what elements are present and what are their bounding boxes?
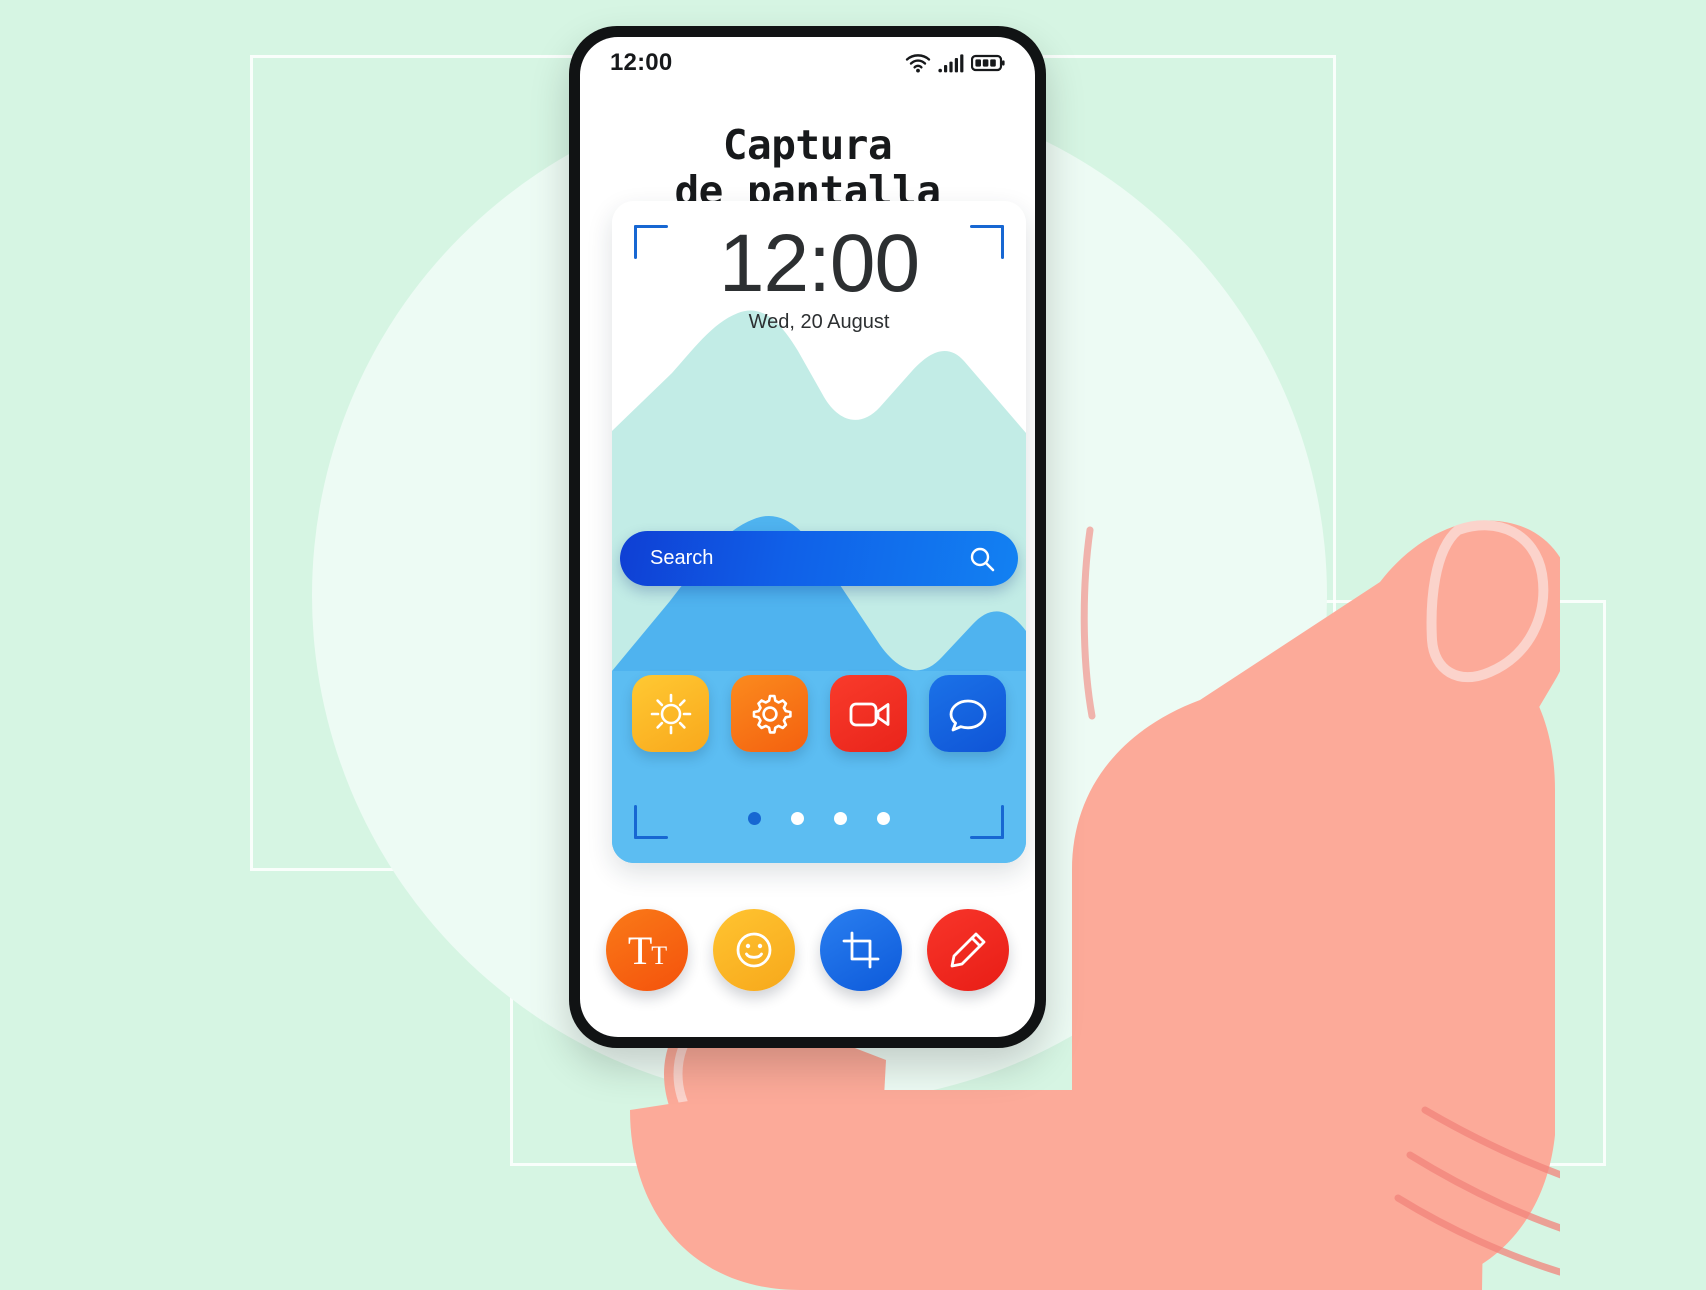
phone-device: 12:00 Captura de pantalla 12:00 Wed, 20 … xyxy=(569,26,1046,1048)
text-tool[interactable]: TT xyxy=(606,909,688,991)
search-icon[interactable] xyxy=(968,545,996,573)
page-title-line1: Captura xyxy=(722,121,893,169)
illustration-stage: 12:00 Captura de pantalla 12:00 Wed, 20 … xyxy=(0,0,1706,1290)
screenshot-preview-card[interactable]: 12:00 Wed, 20 August Search xyxy=(612,201,1026,863)
page-dot-2[interactable] xyxy=(791,812,804,825)
clock-widget: 12:00 Wed, 20 August xyxy=(612,201,1026,377)
pencil-icon xyxy=(950,932,986,968)
camera-app[interactable] xyxy=(830,675,907,752)
wifi-icon xyxy=(905,54,931,73)
status-bar-time: 12:00 xyxy=(610,49,673,76)
clock-date: Wed, 20 August xyxy=(748,310,890,333)
app-icon-row xyxy=(612,675,1026,752)
crop-bracket-top-right[interactable] xyxy=(970,225,1004,259)
battery-icon xyxy=(971,54,1005,72)
cellular-signal-icon xyxy=(938,54,964,73)
smiley-face-icon xyxy=(736,932,772,968)
gear-icon xyxy=(752,694,792,734)
sticker-tool[interactable] xyxy=(713,909,795,991)
page-dot-1[interactable] xyxy=(748,812,761,825)
page-indicator-dots xyxy=(612,812,1026,825)
phone-screen: 12:00 Captura de pantalla 12:00 Wed, 20 … xyxy=(580,37,1035,1037)
crop-icon xyxy=(842,931,880,969)
page-dot-4[interactable] xyxy=(877,812,890,825)
search-input[interactable]: Search xyxy=(650,547,713,570)
status-bar-icons xyxy=(905,53,1005,73)
clock-time: 12:00 xyxy=(718,218,920,309)
sun-icon xyxy=(650,693,691,734)
crop-tool[interactable] xyxy=(820,909,902,991)
text-format-icon: TT xyxy=(627,927,667,973)
messages-app[interactable] xyxy=(929,675,1006,752)
settings-app[interactable] xyxy=(731,675,808,752)
edit-toolbar: TT xyxy=(580,909,1035,991)
search-bar[interactable]: Search xyxy=(620,531,1018,586)
brightness-app[interactable] xyxy=(632,675,709,752)
status-bar: 12:00 xyxy=(580,37,1035,89)
crop-bracket-top-left[interactable] xyxy=(634,225,668,259)
page-dot-3[interactable] xyxy=(834,812,847,825)
video-camera-icon xyxy=(849,702,889,726)
draw-tool[interactable] xyxy=(927,909,1009,991)
chat-bubble-icon xyxy=(949,699,986,731)
